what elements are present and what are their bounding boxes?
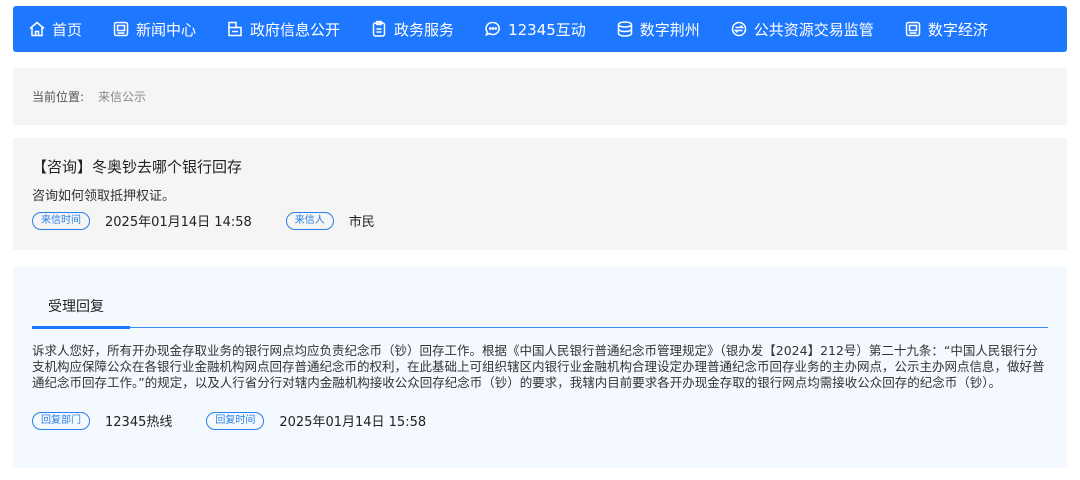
nav-item-digital-jingzhou[interactable]: 数字荆州	[601, 6, 715, 52]
breadcrumb: 当前位置: 来信公示	[13, 68, 1067, 125]
nav-item-public-resources[interactable]: 公共资源交易监管	[715, 6, 889, 52]
info-icon	[226, 20, 244, 38]
letter-title: 【咨询】冬奥钞去哪个银行回存	[32, 158, 243, 176]
database-icon	[616, 20, 634, 38]
reply-dept-tag: 回复部门	[32, 411, 90, 430]
top-nav: 首页 新闻中心 政府信息公开 政务服务 12345互动 数字荆州 公共资源交易监…	[13, 6, 1067, 52]
letter-content: 咨询如何领取抵押权证。	[32, 189, 176, 204]
reply-dept: 12345热线	[105, 415, 173, 430]
tab-active-indicator	[32, 326, 130, 329]
clipboard-icon	[370, 20, 388, 38]
letter-panel: 【咨询】冬奥钞去哪个银行回存 咨询如何领取抵押权证。 来信时间 2025年01月…	[13, 138, 1067, 250]
nav-item-12345[interactable]: 12345互动	[469, 6, 601, 52]
nav-item-label: 数字经济	[927, 20, 988, 39]
letter-sender: 市民	[348, 215, 375, 230]
exchange-icon	[730, 20, 748, 38]
economy-icon	[904, 20, 922, 38]
letter-sender-tag: 来信人	[285, 211, 334, 230]
nav-item-digital-economy[interactable]: 数字经济	[889, 6, 1003, 52]
reply-tab-bar: 受理回复	[32, 266, 1048, 329]
reply-panel: 受理回复 诉求人您好，所有开办现金存取业务的银行网点均应负责纪念币（钞）回存工作…	[13, 266, 1067, 468]
reply-body: 诉求人您好，所有开办现金存取业务的银行网点均应负责纪念币（钞）回存工作。根据《中…	[32, 343, 1045, 390]
nav-item-news[interactable]: 新闻中心	[97, 6, 211, 52]
nav-item-gov-info[interactable]: 政府信息公开	[211, 6, 355, 52]
tab-reply[interactable]: 受理回复	[48, 296, 104, 316]
letter-time-tag: 来信时间	[32, 211, 90, 230]
nav-item-label: 公共资源交易监管	[753, 20, 874, 39]
reply-time-tag: 回复时间	[206, 411, 265, 430]
reply-meta: 回复部门 12345热线 回复时间 2025年01月14日 15:58	[32, 411, 1048, 430]
nav-item-label: 政府信息公开	[250, 20, 341, 39]
reply-time: 2025年01月14日 15:58	[279, 415, 427, 430]
nav-item-label: 12345互动	[508, 20, 586, 39]
letter-time: 2025年01月14日 14:58	[105, 215, 252, 230]
nav-item-label: 新闻中心	[136, 20, 197, 39]
home-icon	[28, 20, 46, 38]
nav-item-label: 数字荆州	[639, 20, 700, 39]
nav-item-label: 首页	[52, 20, 83, 39]
letter-meta: 来信时间 2025年01月14日 14:58 来信人 市民	[32, 211, 1067, 230]
breadcrumb-label: 当前位置:	[32, 90, 85, 104]
news-icon	[112, 20, 130, 38]
nav-item-label: 政务服务	[394, 20, 455, 39]
nav-item-home[interactable]: 首页	[13, 6, 97, 52]
chat-icon	[484, 20, 502, 38]
breadcrumb-current[interactable]: 来信公示	[98, 88, 146, 105]
tab-reply-label: 受理回复	[48, 299, 104, 315]
nav-item-services[interactable]: 政务服务	[355, 6, 469, 52]
